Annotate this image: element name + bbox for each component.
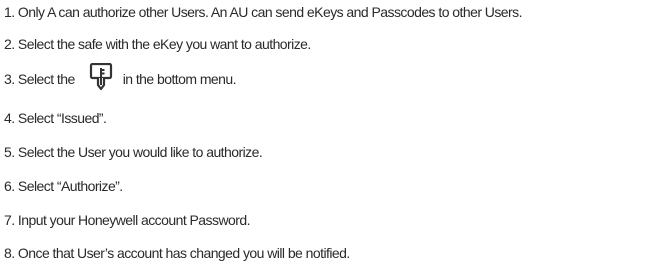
step-text-after-icon: in the bottom menu. (122, 71, 237, 87)
step-text-before-icon: Select the (17, 71, 75, 87)
step-text: Select the safe with the eKey you want t… (17, 36, 311, 52)
step-number: 5. (4, 144, 15, 160)
step-4: 4. Select “Issued”. (4, 108, 107, 128)
step-2: 2. Select the safe with the eKey you wan… (4, 34, 311, 54)
step-text: Once that User’s account has changed you… (17, 245, 350, 261)
step-number: 6. (4, 178, 15, 194)
step-number: 1. (4, 4, 15, 20)
step-text: Select the User you would like to author… (17, 144, 263, 160)
step-text: Select “Authorize”. (17, 178, 123, 194)
step-8: 8. Once that User’s account has changed … (4, 243, 350, 263)
step-7: 7. Input your Honeywell account Password… (4, 210, 250, 230)
step-number: 2. (4, 36, 15, 52)
step-text: Input your Honeywell account Password. (17, 212, 251, 228)
step-5: 5. Select the User you would like to aut… (4, 142, 263, 162)
step-1: 1. Only A can authorize other Users. An … (4, 2, 522, 22)
step-text: Select “Issued”. (17, 110, 107, 126)
step-number: 7. (4, 212, 15, 228)
step-number: 8. (4, 245, 15, 261)
step-number: 3. (4, 71, 15, 87)
key-icon (89, 63, 113, 91)
step-number: 4. (4, 110, 15, 126)
step-text: Only A can authorize other Users. An AU … (17, 4, 523, 20)
step-3: 3. Select the in the bottom menu. (4, 63, 237, 91)
step-6: 6. Select “Authorize”. (4, 176, 123, 196)
